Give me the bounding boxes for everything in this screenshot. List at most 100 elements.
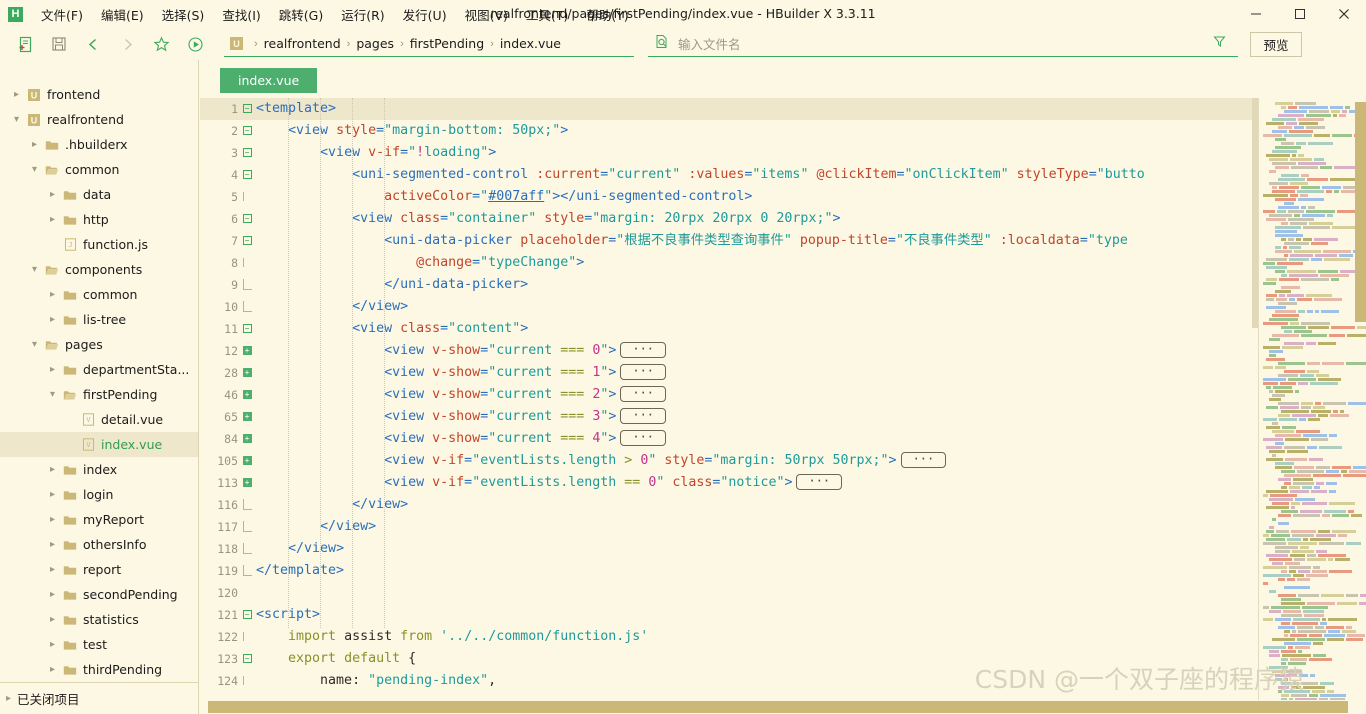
tree-item-myreport[interactable]: ▸ myReport — [0, 507, 198, 532]
code-line[interactable]: 28 + <view v-show="current === 1"> ··· — [200, 362, 1258, 384]
breadcrumb[interactable]: U › realfrontend › pages › firstPending … — [224, 31, 634, 57]
folded-code-chip[interactable]: ··· — [620, 364, 667, 380]
chevron-down-icon[interactable]: ▾ — [26, 339, 43, 350]
fold-expand-icon[interactable]: + — [238, 340, 256, 362]
code-line[interactable]: 5 activeColor="#007aff"></uni-segmented-… — [200, 186, 1258, 208]
menu-goto[interactable]: 跳转(G) — [270, 1, 332, 28]
tree-item-index[interactable]: ▸ index — [0, 457, 198, 482]
maximize-button[interactable] — [1278, 0, 1322, 28]
tree-item-firstpending[interactable]: ▾ firstPending — [0, 382, 198, 407]
tree-item--hbuilderx[interactable]: ▸ .hbuilderx — [0, 132, 198, 157]
fold-expand-icon[interactable]: + — [238, 384, 256, 406]
folded-code-chip[interactable]: ··· — [620, 342, 667, 358]
fold-expand-icon[interactable]: + — [238, 362, 256, 384]
chevron-right-icon[interactable]: ▸ — [44, 489, 61, 500]
back-icon[interactable] — [78, 31, 108, 57]
menu-tools[interactable]: 工具(T) — [517, 1, 577, 28]
chevron-right-icon[interactable]: ▸ — [26, 139, 43, 150]
tab-index-vue[interactable]: index.vue — [220, 68, 318, 93]
fold-collapse-icon[interactable]: − — [238, 230, 256, 252]
chevron-right-icon[interactable]: ▸ — [44, 189, 61, 200]
code-line[interactable]: 10 </view> — [200, 296, 1258, 318]
tree-item-realfrontend[interactable]: ▾ Urealfrontend — [0, 107, 198, 132]
filter-icon[interactable] — [1213, 35, 1226, 53]
tree-item-departmentsta---[interactable]: ▸ departmentSta... — [0, 357, 198, 382]
minimap-viewport[interactable] — [1355, 102, 1366, 322]
chevron-down-icon[interactable]: ▾ — [26, 264, 43, 275]
code-editor[interactable]: 1− <template> 2− <view style="margin-botto… — [200, 98, 1258, 698]
code-line[interactable]: 12 + <view v-show="current === 0"> ··· — [200, 340, 1258, 362]
fold-collapse-icon[interactable]: − — [238, 98, 256, 120]
tree-item-test[interactable]: ▸ test — [0, 632, 198, 657]
fold-expand-icon[interactable]: + — [238, 472, 256, 494]
code-line[interactable]: 6− <view class="container" style="margin… — [200, 208, 1258, 230]
tree-item-lis-tree[interactable]: ▸ lis-tree — [0, 307, 198, 332]
horizontal-scrollbar-thumb[interactable] — [208, 701, 1348, 713]
fold-collapse-icon[interactable]: − — [238, 164, 256, 186]
closed-projects-row[interactable]: ▸ 已关闭项目 — [0, 682, 198, 714]
folded-code-chip[interactable]: ··· — [620, 408, 667, 424]
fold-expand-icon[interactable]: + — [238, 450, 256, 472]
code-line[interactable]: 2− <view style="margin-bottom: 50px;"> — [200, 120, 1258, 142]
tree-item-http[interactable]: ▸ http — [0, 207, 198, 232]
code-minimap[interactable] — [1258, 98, 1366, 714]
fold-expand-icon[interactable]: + — [238, 428, 256, 450]
code-line[interactable]: 121− <script> — [200, 604, 1258, 626]
fold-collapse-icon[interactable]: − — [238, 604, 256, 626]
tree-item-detail-vue[interactable]: Vdetail.vue — [0, 407, 198, 432]
chevron-right-icon[interactable]: ▸ — [8, 89, 25, 100]
chevron-right-icon[interactable]: ▸ — [44, 639, 61, 650]
new-file-icon[interactable] — [10, 31, 40, 57]
chevron-right-icon[interactable]: ▸ — [44, 514, 61, 525]
code-line[interactable]: 105 + <view v-if="eventLists.length > 0" … — [200, 450, 1258, 472]
code-line[interactable]: 117 </view> — [200, 516, 1258, 538]
code-line[interactable]: 65 + <view v-show="current === 3"> ··· — [200, 406, 1258, 428]
menu-select[interactable]: 选择(S) — [153, 1, 214, 28]
save-icon[interactable] — [44, 31, 74, 57]
code-line[interactable]: 123− export default { — [200, 648, 1258, 670]
code-line[interactable]: 46 + <view v-show="current === 2"> ··· — [200, 384, 1258, 406]
code-line[interactable]: 9 </uni-data-picker> — [200, 274, 1258, 296]
chevron-right-icon[interactable]: ▸ — [44, 214, 61, 225]
fold-collapse-icon[interactable]: − — [238, 208, 256, 230]
minimize-button[interactable] — [1234, 0, 1278, 28]
tree-item-common[interactable]: ▾ common — [0, 157, 198, 182]
chevron-right-icon[interactable]: ▸ — [44, 664, 61, 675]
code-line[interactable]: 122 import assist from '../../common/fun… — [200, 626, 1258, 648]
code-line[interactable]: 118 </view> — [200, 538, 1258, 560]
code-line[interactable]: 119 </template> — [200, 560, 1258, 582]
fold-expand-icon[interactable]: + — [238, 406, 256, 428]
chevron-right-icon[interactable]: ▸ — [44, 614, 61, 625]
chevron-right-icon[interactable]: ▸ — [44, 464, 61, 475]
code-line[interactable]: 116 </view> — [200, 494, 1258, 516]
code-line[interactable]: 120 — [200, 582, 1258, 604]
menu-view[interactable]: 视图(V) — [456, 1, 517, 28]
chevron-down-icon[interactable]: ▾ — [26, 164, 43, 175]
tree-item-thirdpending[interactable]: ▸ thirdPending — [0, 657, 198, 682]
chevron-right-icon[interactable]: ▸ — [44, 289, 61, 300]
horizontal-scrollbar[interactable] — [200, 700, 1366, 714]
menu-help[interactable]: 帮助(Y) — [577, 1, 637, 28]
run-icon[interactable] — [180, 31, 210, 57]
tree-item-common[interactable]: ▸ common — [0, 282, 198, 307]
code-line[interactable]: 3− <view v-if="!loading"> — [200, 142, 1258, 164]
chevron-down-icon[interactable]: ▾ — [8, 114, 25, 125]
tree-item-secondpending[interactable]: ▸ secondPending — [0, 582, 198, 607]
chevron-right-icon[interactable]: ▸ — [44, 314, 61, 325]
chevron-right-icon[interactable]: ▸ — [44, 539, 61, 550]
code-line[interactable]: 4− <uni-segmented-control :current="curr… — [200, 164, 1258, 186]
tree-item-login[interactable]: ▸ login — [0, 482, 198, 507]
folded-code-chip[interactable]: ··· — [620, 430, 667, 446]
menu-publish[interactable]: 发行(U) — [394, 1, 456, 28]
close-button[interactable] — [1322, 0, 1366, 28]
fold-collapse-icon[interactable]: − — [238, 120, 256, 142]
file-search-box[interactable]: 输入文件名 — [648, 31, 1238, 57]
fold-collapse-icon[interactable]: − — [238, 142, 256, 164]
tree-item-report[interactable]: ▸ report — [0, 557, 198, 582]
code-line[interactable]: 84 + <view v-show="current === 4"> ··· — [200, 428, 1258, 450]
breadcrumb-part-2[interactable]: firstPending — [410, 36, 484, 51]
code-line[interactable]: 1− <template> — [200, 98, 1258, 120]
chevron-down-icon[interactable]: ▾ — [44, 389, 61, 400]
code-line[interactable]: 11− <view class="content"> — [200, 318, 1258, 340]
tree-item-function-js[interactable]: Jfunction.js — [0, 232, 198, 257]
